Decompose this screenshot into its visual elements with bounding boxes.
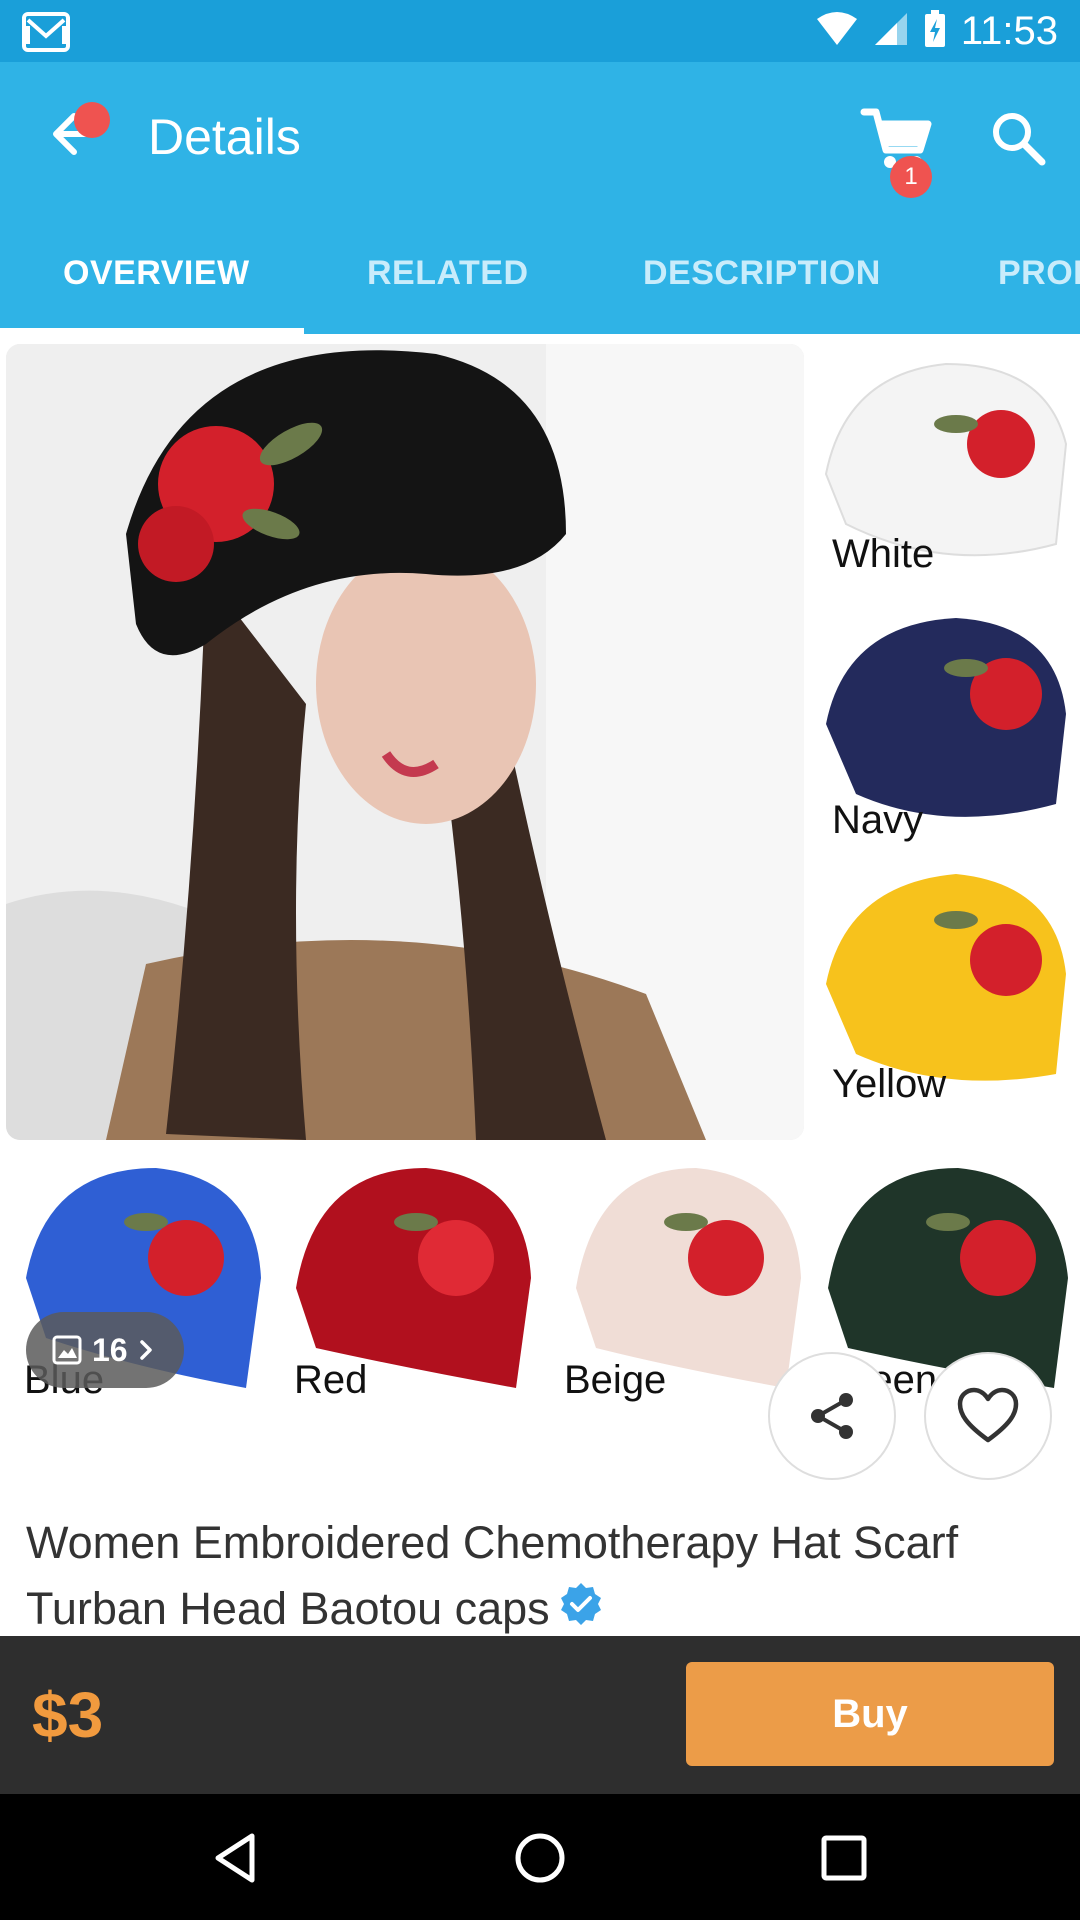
back-triangle-icon [215,1833,255,1883]
tab-products[interactable]: PROD [998,212,1080,334]
nav-recents-button[interactable] [806,1820,882,1896]
signal-icon [873,11,909,52]
tab-overview[interactable]: OVERVIEW [63,212,250,334]
product-price: $3 [32,1679,104,1751]
notification-dot [74,102,110,138]
gallery-count: 16 [92,1331,128,1368]
search-button[interactable] [986,106,1050,170]
variant-thumbnail-navy[interactable]: Navy [816,604,1074,852]
variant-thumbnail-red[interactable]: Red [286,1158,536,1404]
variant-label: White [832,532,935,576]
battery-icon [923,9,947,54]
favorite-button[interactable] [924,1352,1052,1480]
product-title: Women Embroidered Chemotherapy Hat Scarf… [26,1510,1046,1645]
wifi-icon [815,11,859,52]
mail-notification-icon [22,12,70,57]
nav-back-button[interactable] [198,1820,274,1896]
system-navigation-bar [0,1794,1080,1920]
variant-label: Navy [832,798,924,842]
search-icon [993,113,1046,166]
purchase-bar: $3 Buy [0,1636,1080,1794]
active-tab-indicator [0,328,304,336]
variant-label: Yellow [832,1062,947,1106]
nav-home-button[interactable] [502,1820,578,1896]
page-title: Details [148,109,301,165]
status-bar: 11:53 [0,0,1080,62]
variant-thumbnail-beige[interactable]: Beige [556,1158,806,1404]
buy-button[interactable]: Buy [686,1662,1054,1766]
heart-icon [957,1387,1019,1443]
gallery-count-button[interactable]: 16 [26,1312,184,1388]
recents-square-icon [821,1835,867,1881]
tab-related[interactable]: RELATED [367,212,529,334]
home-circle-icon [515,1833,565,1883]
image-icon [52,1335,82,1365]
chevron-right-icon [139,1340,152,1360]
variant-thumbnail-white[interactable]: White [816,344,1074,590]
status-time: 11:53 [960,8,1058,53]
product-title-text: Women Embroidered Chemotherapy Hat Scarf… [26,1517,959,1634]
tab-description[interactable]: DESCRIPTION [643,212,881,334]
variant-label: Beige [564,1358,667,1402]
variant-label: Red [294,1358,368,1402]
share-icon [811,1393,853,1439]
main-product-image[interactable] [6,344,804,1140]
variant-thumbnail-yellow[interactable]: Yellow [816,864,1074,1114]
tab-bar: OVERVIEW RELATED DESCRIPTION PROD [0,212,1080,334]
cart-count-badge: 1 [890,156,932,198]
share-button[interactable] [768,1352,896,1480]
